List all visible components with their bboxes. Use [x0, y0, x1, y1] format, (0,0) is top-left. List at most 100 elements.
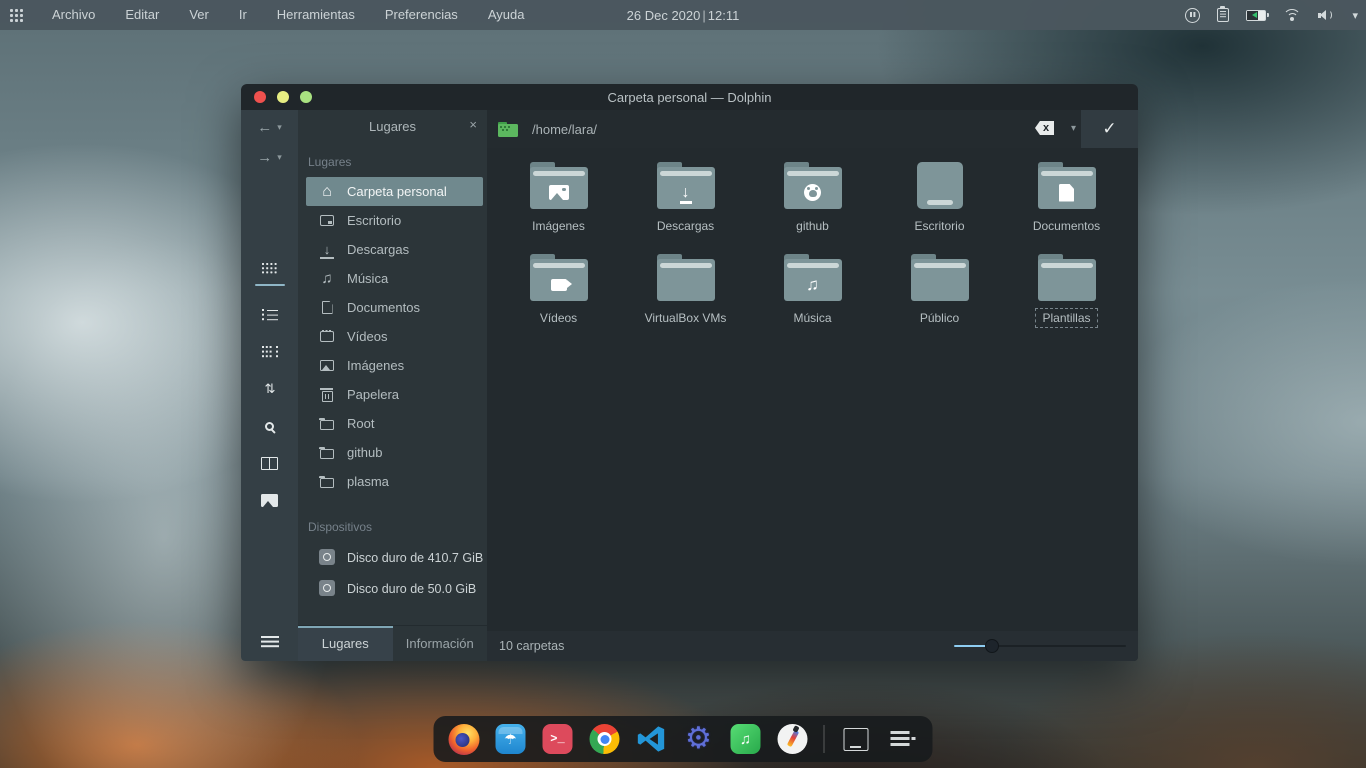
menu-archivo[interactable]: Archivo — [37, 0, 110, 30]
folder-imagenes[interactable]: Imágenes — [495, 162, 622, 234]
folder-icon — [320, 478, 334, 488]
hamburger-menu-icon[interactable] — [261, 636, 279, 648]
window-titlebar[interactable]: Carpeta personal — Dolphin — [241, 84, 1138, 110]
clock-separator: | — [700, 8, 707, 23]
menu-ayuda[interactable]: Ayuda — [473, 0, 540, 30]
device-label: Disco duro de 410.7 GiB — [347, 551, 483, 565]
tray-expand-chevron-icon[interactable]: ▾ — [1352, 9, 1358, 22]
clipboard-icon[interactable] — [1217, 8, 1229, 22]
folder-virtualbox-vms[interactable]: VirtualBox VMs — [622, 254, 749, 326]
place-plasma[interactable]: plasma — [306, 467, 483, 496]
menu-editar[interactable]: Editar — [110, 0, 174, 30]
folder-escritorio[interactable]: Escritorio — [876, 162, 1003, 234]
icons-view-icon — [262, 263, 277, 274]
clock-date[interactable]: 26 Dec 2020 — [627, 8, 701, 23]
folder-grid: Imágenes ↓ Descargas github Escritorio — [487, 148, 1138, 326]
places-panel-close-icon[interactable]: × — [469, 117, 477, 132]
clear-path-icon[interactable]: x — [1035, 121, 1054, 135]
sort-button[interactable]: ⇅ — [261, 381, 279, 397]
path-breadcrumb[interactable]: /home/lara/ — [532, 122, 597, 137]
zoom-slider[interactable] — [954, 645, 1126, 647]
menu-preferencias[interactable]: Preferencias — [370, 0, 473, 30]
folder-publico[interactable]: Público — [876, 254, 1003, 326]
menu-herramientas[interactable]: Herramientas — [262, 0, 370, 30]
location-toolbar: /home/lara/ x ▾ ✓ — [487, 110, 1138, 148]
folder-label: Música — [788, 310, 836, 326]
terminal-icon: >_ — [543, 724, 573, 754]
battery-icon[interactable] — [1246, 10, 1266, 21]
device-disk-410[interactable]: Disco duro de 410.7 GiB — [306, 549, 483, 567]
forward-icon: → — [257, 149, 272, 166]
folder-descargas[interactable]: ↓ Descargas — [622, 162, 749, 234]
place-imagenes[interactable]: Imágenes — [306, 351, 483, 380]
back-button[interactable]: ← ▾ — [257, 119, 282, 136]
forward-button[interactable]: → ▾ — [257, 149, 282, 166]
folder-github[interactable]: github — [749, 162, 876, 234]
dock-show-desktop-button[interactable] — [840, 723, 872, 755]
path-dropdown-caret-icon[interactable]: ▾ — [1071, 123, 1076, 134]
back-icon: ← — [257, 119, 272, 136]
dock-music-button[interactable]: ♫ — [730, 723, 762, 755]
list-view-button[interactable] — [261, 307, 279, 323]
dock-chrome-button[interactable] — [589, 723, 621, 755]
place-label: Música — [347, 271, 388, 286]
wifi-icon[interactable] — [1283, 9, 1301, 22]
discover-icon: ☂ — [496, 724, 526, 754]
folder-videos[interactable]: Vídeos — [495, 254, 622, 326]
dolphin-window: Carpeta personal — Dolphin ← ▾ → ▾ — [241, 84, 1138, 661]
dock-discover-button[interactable]: ☂ — [495, 723, 527, 755]
app-launcher-grid-icon[interactable] — [10, 9, 23, 22]
dock-firefox-button[interactable] — [448, 723, 480, 755]
clock-time[interactable]: 12:11 — [708, 8, 740, 23]
music-glyph-icon: ♫ — [806, 275, 819, 295]
forward-history-caret-icon[interactable]: ▾ — [277, 152, 282, 163]
dock-vscode-button[interactable] — [636, 723, 668, 755]
compact-view-button[interactable] — [261, 344, 279, 360]
zoom-slider-handle[interactable] — [985, 639, 999, 653]
folder-musica[interactable]: ♫ Música — [749, 254, 876, 326]
place-papelera[interactable]: Papelera — [306, 380, 483, 409]
place-github[interactable]: github — [306, 438, 483, 467]
dock-separator — [824, 725, 825, 753]
dock-settings-button[interactable]: ⚙ — [683, 723, 715, 755]
folder-icon — [320, 420, 334, 430]
back-history-caret-icon[interactable]: ▾ — [277, 122, 282, 133]
preview-button[interactable] — [261, 492, 279, 508]
place-carpeta-personal[interactable]: ⌂ Carpeta personal — [306, 177, 483, 206]
folder-label: Descargas — [652, 218, 719, 234]
trash-icon — [322, 391, 333, 402]
preview-icon — [261, 494, 278, 507]
media-pause-icon[interactable] — [1185, 8, 1200, 23]
download-icon: ↓ — [319, 242, 335, 258]
split-view-button[interactable] — [261, 455, 279, 471]
menu-ver[interactable]: Ver — [174, 0, 224, 30]
folder-label: Público — [915, 310, 964, 326]
places-panel-title: Lugares — [369, 119, 416, 134]
hard-disk-icon — [319, 549, 335, 565]
place-label: Carpeta personal — [347, 184, 447, 199]
icons-view-button[interactable] — [261, 260, 279, 276]
place-documentos[interactable]: Documentos — [306, 293, 483, 322]
dock-task-list-button[interactable] — [887, 723, 919, 755]
main-view: /home/lara/ x ▾ ✓ Imágenes ↓ Descargas — [487, 110, 1138, 661]
folder-documentos[interactable]: Documentos — [1003, 162, 1130, 234]
tab-informacion[interactable]: Información — [393, 626, 488, 661]
place-root[interactable]: Root — [306, 409, 483, 438]
place-musica[interactable]: ♫ Música — [306, 264, 483, 293]
menu-ir[interactable]: Ir — [224, 0, 262, 30]
place-escritorio[interactable]: Escritorio — [306, 206, 483, 235]
dock-terminal-button[interactable]: >_ — [542, 723, 574, 755]
device-disk-50[interactable]: Disco duro de 50.0 GiB — [306, 580, 483, 598]
tab-lugares[interactable]: Lugares — [298, 626, 393, 661]
search-button[interactable] — [261, 418, 279, 434]
folder-plantillas[interactable]: Plantillas — [1003, 254, 1130, 326]
place-label: Imágenes — [347, 358, 404, 373]
place-videos[interactable]: Vídeos — [306, 322, 483, 351]
place-label: Root — [347, 416, 374, 431]
dock-paint-button[interactable] — [777, 723, 809, 755]
volume-icon[interactable] — [1318, 8, 1335, 22]
accept-path-button[interactable]: ✓ — [1081, 110, 1138, 148]
place-label: github — [347, 445, 382, 460]
home-folder-icon — [498, 122, 518, 137]
place-descargas[interactable]: ↓ Descargas — [306, 235, 483, 264]
